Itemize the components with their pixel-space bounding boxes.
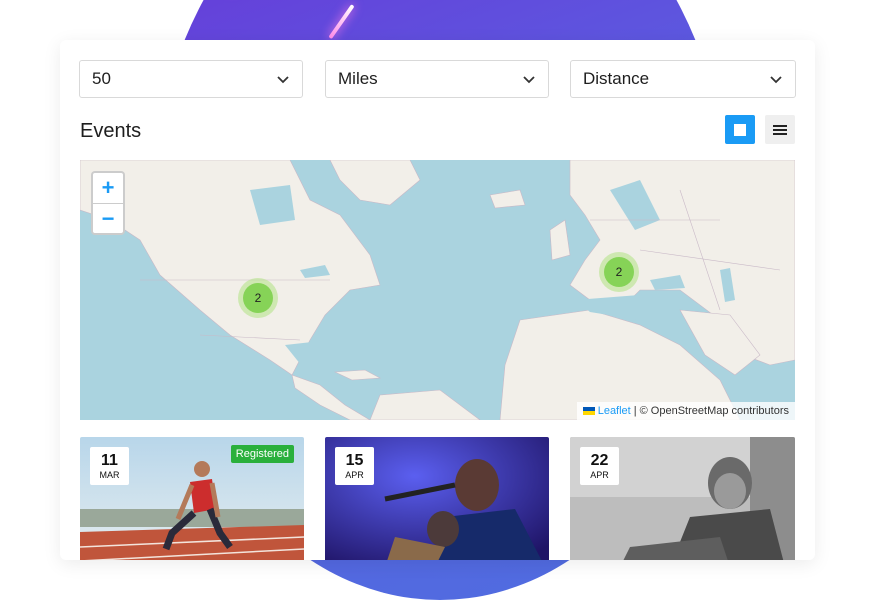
event-map[interactable]: + − 2 2 Leaflet | © OpenStreetMap contri… bbox=[80, 160, 795, 420]
zoom-in-button[interactable]: + bbox=[93, 173, 123, 204]
events-panel: 50 Miles Distance Events + − 2 2 Leaflet… bbox=[60, 40, 815, 560]
event-day: 22 bbox=[590, 452, 609, 469]
leaflet-link[interactable]: Leaflet bbox=[598, 405, 631, 417]
event-date-badge: 15 APR bbox=[335, 447, 374, 485]
sort-select-value: Distance bbox=[583, 69, 650, 88]
radius-select[interactable]: 50 bbox=[79, 60, 303, 98]
map-attribution: Leaflet | © OpenStreetMap contributors bbox=[576, 402, 795, 420]
event-month: APR bbox=[345, 470, 364, 480]
chevron-down-icon bbox=[277, 76, 289, 84]
unit-select-value: Miles bbox=[338, 69, 378, 88]
chevron-down-icon bbox=[770, 76, 782, 84]
event-month: MAR bbox=[99, 470, 120, 480]
chevron-down-icon bbox=[523, 76, 535, 84]
zoom-out-button[interactable]: − bbox=[93, 204, 123, 234]
event-day: 11 bbox=[101, 452, 118, 469]
event-month: APR bbox=[590, 470, 609, 480]
list-view-button[interactable] bbox=[765, 115, 795, 144]
cluster-count: 2 bbox=[604, 257, 634, 287]
event-date-badge: 11 MAR bbox=[90, 447, 129, 485]
world-map bbox=[80, 160, 795, 420]
square-icon bbox=[734, 123, 746, 136]
event-card[interactable]: 22 APR bbox=[570, 437, 795, 560]
map-cluster-marker[interactable]: 2 bbox=[599, 252, 639, 292]
grid-view-button[interactable] bbox=[725, 115, 755, 144]
ukraine-flag-icon bbox=[582, 407, 595, 415]
list-icon bbox=[773, 124, 787, 135]
zoom-control: + − bbox=[91, 171, 125, 235]
sort-select[interactable]: Distance bbox=[570, 60, 796, 98]
event-day: 15 bbox=[345, 452, 364, 469]
radius-select-value: 50 bbox=[92, 69, 111, 88]
event-card[interactable]: 11 MAR Registered bbox=[80, 437, 304, 560]
cluster-count: 2 bbox=[243, 283, 273, 313]
registered-badge: Registered bbox=[230, 445, 294, 463]
event-date-badge: 22 APR bbox=[580, 447, 619, 485]
osm-attribution-text: | © OpenStreetMap contributors bbox=[633, 405, 789, 417]
map-cluster-marker[interactable]: 2 bbox=[238, 278, 278, 318]
event-card[interactable]: 15 APR bbox=[325, 437, 549, 560]
section-title: Events bbox=[80, 120, 142, 142]
unit-select[interactable]: Miles bbox=[325, 60, 549, 98]
